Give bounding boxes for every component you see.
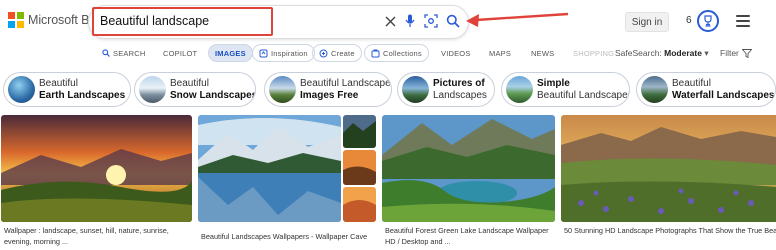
tab-images[interactable]: IMAGES [208, 44, 253, 62]
chip-line1: Beautiful [170, 77, 209, 89]
chip-thumbnail [402, 76, 429, 103]
chip-thumbnail [139, 76, 166, 103]
tab-maps-label: MAPS [489, 48, 512, 58]
result-caption-3[interactable]: Beautiful Forest Green Lake Landscape Wa… [385, 226, 555, 247]
tab-search[interactable]: SEARCH [102, 44, 145, 62]
search-input[interactable]: Beautiful landscape [100, 14, 209, 28]
rewards-trophy-icon[interactable] [697, 10, 719, 32]
tab-copilot[interactable]: COPILOT [163, 44, 197, 62]
chip-line2: Earth Landscapes [39, 89, 126, 101]
chip-line2: Landscapes [433, 89, 487, 101]
microsoft-logo-icon [8, 12, 24, 28]
result-thumb-2c[interactable] [343, 187, 376, 222]
search-icon [102, 49, 110, 57]
inspiration-icon [259, 49, 268, 57]
visual-search-icon[interactable] [423, 13, 439, 29]
tab-create-label: Create [331, 48, 355, 58]
result-caption-2[interactable]: Beautiful Landscapes Wallpapers - Wallpa… [201, 232, 377, 243]
chip-line2: Beautiful Landscapes [537, 89, 630, 101]
header: Microsoft Bing Beautiful landscape Sign … [0, 0, 776, 44]
chip-line2: Waterfall Landscapes [672, 89, 775, 101]
safesearch-dropdown[interactable]: SafeSearch: Moderate ▾ [615, 48, 709, 59]
chip-pictures-of-landscapes[interactable]: Pictures of Landscapes [397, 72, 495, 107]
tab-copilot-label: COPILOT [163, 48, 198, 58]
search-nav: SEARCH COPILOT IMAGES Inspiration Create… [0, 44, 776, 64]
tab-maps[interactable]: MAPS [489, 44, 511, 62]
chip-landscape-images-free[interactable]: Beautiful Landscape Images Free [264, 72, 392, 107]
chip-line2: Images Free [300, 89, 359, 101]
tab-create[interactable]: Create [312, 44, 362, 62]
chip-waterfall-landscapes[interactable]: Beautiful Waterfall Landscapes [636, 72, 776, 107]
chip-thumbnail [641, 76, 668, 103]
result-image-1[interactable] [1, 115, 192, 222]
chip-thumbnail [506, 76, 533, 103]
tab-shopping-label: SHOPPING [573, 48, 615, 58]
tab-news[interactable]: NEWS [531, 44, 554, 62]
result-caption-1[interactable]: Wallpaper : landscape, sunset, hill, nat… [4, 226, 189, 247]
sign-in-button[interactable]: Sign in [625, 12, 669, 32]
chip-earth-landscapes[interactable]: Beautiful Earth Landscapes [3, 72, 131, 107]
filter-button[interactable]: Filter [720, 48, 752, 58]
close-icon[interactable] [382, 13, 398, 29]
chevron-down-icon: ▾ [704, 48, 709, 58]
tab-inspiration[interactable]: Inspiration [252, 44, 315, 62]
result-image-4[interactable] [561, 115, 776, 222]
tab-collections[interactable]: Collections [364, 44, 429, 62]
tab-news-label: NEWS [531, 48, 555, 58]
collections-icon [371, 49, 380, 57]
chip-line1: Simple [537, 77, 570, 89]
chip-line1: Beautiful [39, 77, 78, 89]
create-icon [319, 49, 328, 57]
result-image-3[interactable] [382, 115, 555, 222]
filter-label: Filter [720, 48, 739, 58]
tab-inspiration-label: Inspiration [271, 48, 308, 58]
related-searches-carousel: Beautiful Earth Landscapes Beautiful Snow … [0, 72, 776, 108]
tab-videos-label: VIDEOS [441, 48, 471, 58]
chip-line1: Beautiful [672, 77, 711, 89]
result-image-2[interactable] [198, 115, 341, 222]
chip-thumbnail [269, 76, 296, 103]
chip-thumbnail [8, 76, 35, 103]
image-results-grid: Wallpaper : landscape, sunset, hill, nat… [0, 115, 776, 250]
chip-line1: Pictures of [433, 77, 485, 89]
microphone-icon[interactable] [402, 13, 418, 29]
filter-icon [741, 48, 752, 58]
rewards-count: 6 [686, 15, 692, 26]
safesearch-value: Moderate [664, 48, 702, 58]
hamburger-menu-icon[interactable] [736, 15, 750, 30]
tab-videos[interactable]: VIDEOS [441, 44, 471, 62]
result-thumb-2a[interactable] [343, 115, 376, 148]
chip-snow-landscapes[interactable]: Beautiful Snow Landscapes [134, 72, 256, 107]
tab-images-label: IMAGES [215, 48, 246, 58]
tab-collections-label: Collections [383, 48, 422, 58]
chip-line1: Beautiful Landscape [300, 77, 391, 89]
search-icon[interactable] [445, 13, 461, 29]
red-arrow-icon [466, 12, 569, 27]
tab-search-label: SEARCH [113, 48, 146, 58]
chip-line2: Snow Landscapes [170, 89, 256, 101]
result-caption-4[interactable]: 50 Stunning HD Landscape Photographs Tha… [564, 226, 776, 237]
safesearch-label: SafeSearch: [615, 48, 662, 58]
chip-simple-beautiful-landscapes[interactable]: Simple Beautiful Landscapes [501, 72, 630, 107]
tab-shopping[interactable]: SHOPPING [573, 44, 614, 62]
result-thumb-2b[interactable] [343, 150, 376, 185]
